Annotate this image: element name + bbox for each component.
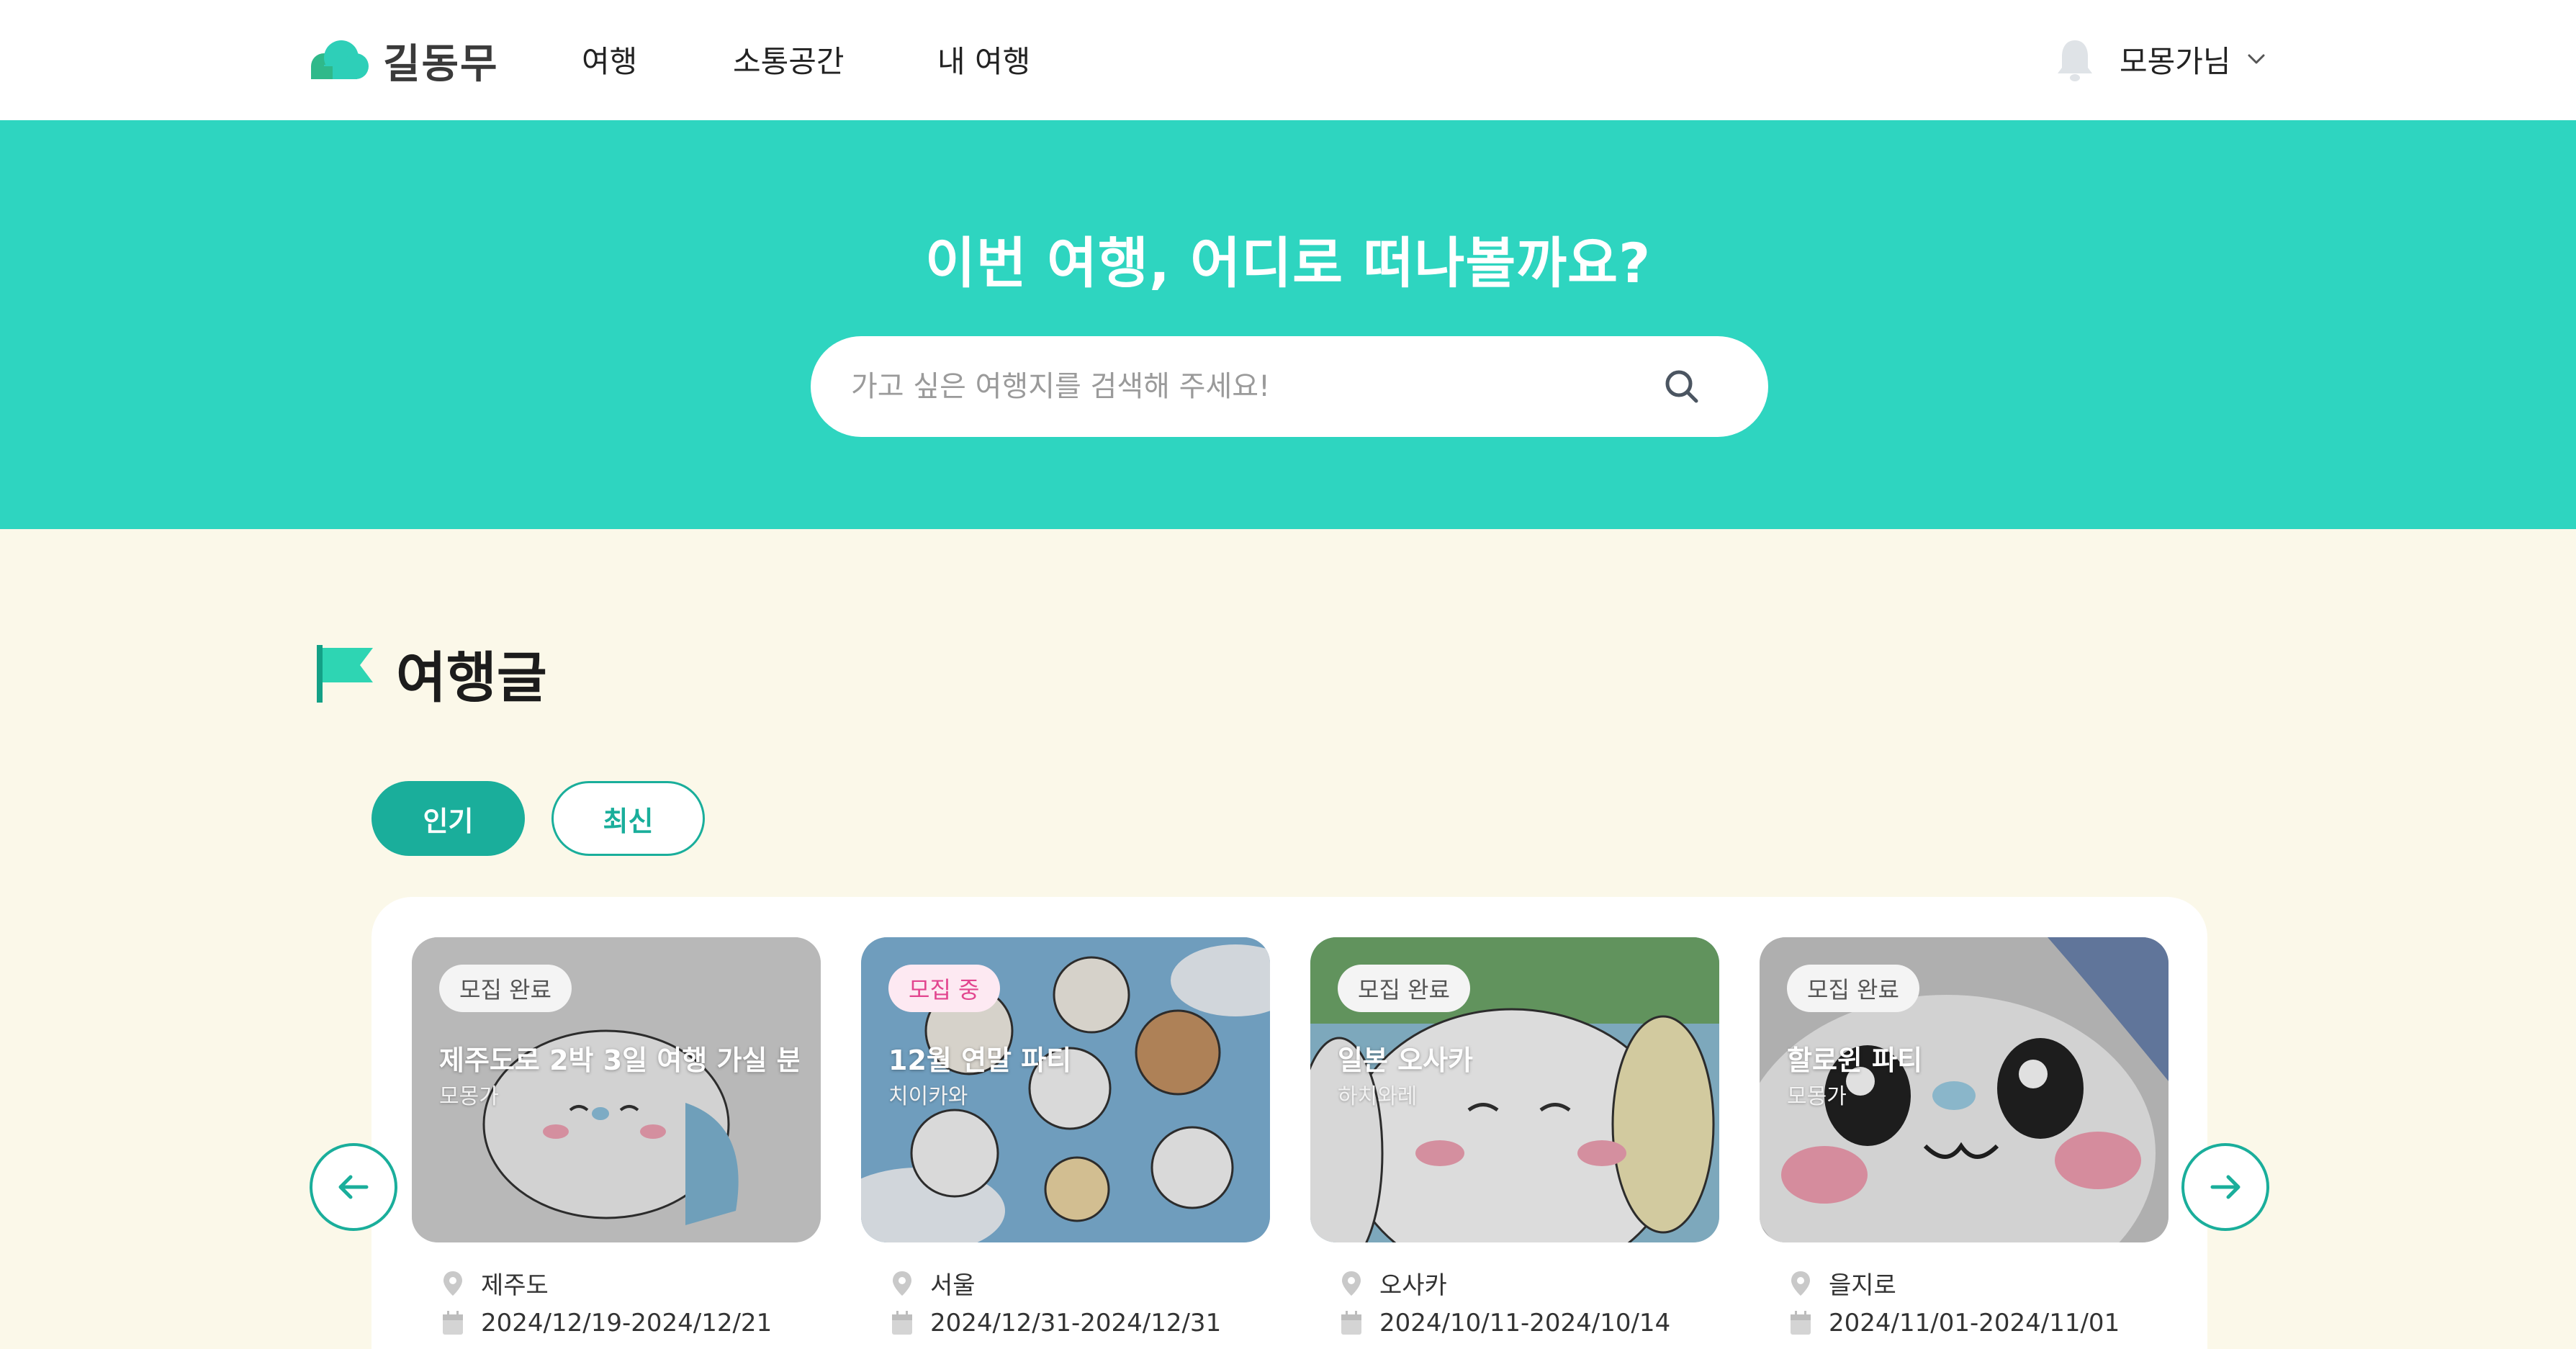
date-text: 2024/12/19-2024/12/21 bbox=[481, 1309, 773, 1337]
status-badge: 모집 중 bbox=[888, 965, 1000, 1012]
location-pin-icon bbox=[443, 1271, 462, 1296]
card-thumbnail[interactable]: 모집 완료 일본 오사카 하치와레 bbox=[1310, 937, 1719, 1242]
logo-text: 길동무 bbox=[383, 40, 499, 88]
card-thumbnail[interactable]: 모집 완료 할로윈 파티 모몽가 bbox=[1760, 937, 2169, 1242]
location-pin-icon bbox=[893, 1271, 911, 1296]
travel-card[interactable]: 모집 완료 할로윈 파티 모몽가 을지로 2024/11/01-2024/11/… bbox=[1760, 937, 2169, 1337]
bell-icon[interactable] bbox=[2056, 37, 2094, 84]
search-icon[interactable] bbox=[1660, 365, 1703, 408]
calendar-icon bbox=[1791, 1311, 1811, 1335]
card-author: 모몽가 bbox=[1787, 1084, 1847, 1109]
card-title: 일본 오사카 bbox=[1338, 1045, 1474, 1076]
location-text: 을지로 bbox=[1829, 1271, 1896, 1300]
card-title: 할로윈 파티 bbox=[1787, 1045, 1923, 1076]
card-author: 치이카와 bbox=[888, 1084, 968, 1109]
calendar-icon bbox=[892, 1311, 912, 1335]
user-name[interactable]: 모몽가님 bbox=[2120, 37, 2231, 81]
date-text: 2024/12/31-2024/12/31 bbox=[930, 1309, 1222, 1337]
location-pin-icon bbox=[1791, 1271, 1810, 1296]
status-badge: 모집 완료 bbox=[439, 965, 572, 1012]
arrow-left-icon bbox=[338, 1175, 369, 1199]
carousel-prev-button[interactable] bbox=[310, 1143, 397, 1231]
flag-icon bbox=[317, 645, 373, 703]
cloud-logo-icon bbox=[311, 40, 369, 79]
search-bar[interactable] bbox=[811, 336, 1768, 437]
top-header: 길동무 여행 소통공간 내 여행 모몽가님 bbox=[0, 0, 2576, 120]
calendar-icon bbox=[1341, 1311, 1361, 1335]
chevron-down-icon[interactable] bbox=[2242, 45, 2271, 73]
card-author: 모몽가 bbox=[439, 1084, 499, 1109]
travel-card[interactable]: 모집 중 12월 연말 파티 치이카와 서울 2024/12/31-2024/1… bbox=[861, 937, 1270, 1337]
hero-banner: 이번 여행, 어디로 떠나볼까요? bbox=[0, 120, 2576, 529]
filter-popular-button[interactable]: 인기 bbox=[371, 781, 525, 856]
date-text: 2024/11/01-2024/11/01 bbox=[1829, 1309, 2120, 1337]
card-title: 제주도로 2박 3일 여행 가실 분 bbox=[439, 1045, 799, 1076]
location-pin-icon bbox=[1342, 1271, 1361, 1296]
card-thumbnail[interactable]: 모집 완료 제주도로 2박 3일 여행 가실 분 모몽가 bbox=[412, 937, 821, 1242]
arrow-right-icon bbox=[2210, 1175, 2241, 1199]
hero-title: 이번 여행, 어디로 떠나볼까요? bbox=[924, 231, 1652, 295]
travel-card[interactable]: 모집 완료 제주도로 2박 3일 여행 가실 분 모몽가 제주도 2024/12… bbox=[412, 937, 821, 1337]
calendar-icon bbox=[443, 1311, 463, 1335]
card-location: 오사카 bbox=[1339, 1265, 1447, 1301]
search-input[interactable] bbox=[851, 358, 1643, 415]
card-location: 제주도 bbox=[441, 1265, 549, 1301]
status-badge: 모집 완료 bbox=[1338, 965, 1470, 1012]
card-author: 하치와레 bbox=[1338, 1084, 1418, 1109]
card-location: 을지로 bbox=[1788, 1265, 1896, 1301]
logo[interactable]: 길동무 bbox=[308, 32, 499, 89]
section-title: 여행글 bbox=[396, 646, 547, 710]
location-text: 오사카 bbox=[1379, 1271, 1447, 1300]
card-location: 서울 bbox=[890, 1265, 976, 1301]
nav-item-my-travel[interactable]: 내 여행 bbox=[937, 37, 1030, 81]
card-dates: 2024/12/19-2024/12/21 bbox=[441, 1309, 772, 1337]
card-dates: 2024/10/11-2024/10/14 bbox=[1339, 1309, 1670, 1337]
card-thumbnail[interactable]: 모집 중 12월 연말 파티 치이카와 bbox=[861, 937, 1270, 1242]
filter-latest-button[interactable]: 최신 bbox=[551, 781, 705, 856]
card-title: 12월 연말 파티 bbox=[888, 1045, 1072, 1076]
travel-card[interactable]: 모집 완료 일본 오사카 하치와레 오사카 2024/10/11-2024/10… bbox=[1310, 937, 1719, 1337]
nav-item-travel[interactable]: 여행 bbox=[582, 37, 637, 81]
location-text: 제주도 bbox=[481, 1271, 549, 1300]
card-dates: 2024/11/01-2024/11/01 bbox=[1788, 1309, 2120, 1337]
location-text: 서울 bbox=[930, 1271, 976, 1300]
nav-item-community[interactable]: 소통공간 bbox=[733, 37, 845, 81]
card-dates: 2024/12/31-2024/12/31 bbox=[890, 1309, 1221, 1337]
date-text: 2024/10/11-2024/10/14 bbox=[1379, 1309, 1671, 1337]
carousel-next-button[interactable] bbox=[2181, 1143, 2269, 1231]
status-badge: 모집 완료 bbox=[1787, 965, 1919, 1012]
section-header: 여행글 bbox=[317, 633, 547, 713]
